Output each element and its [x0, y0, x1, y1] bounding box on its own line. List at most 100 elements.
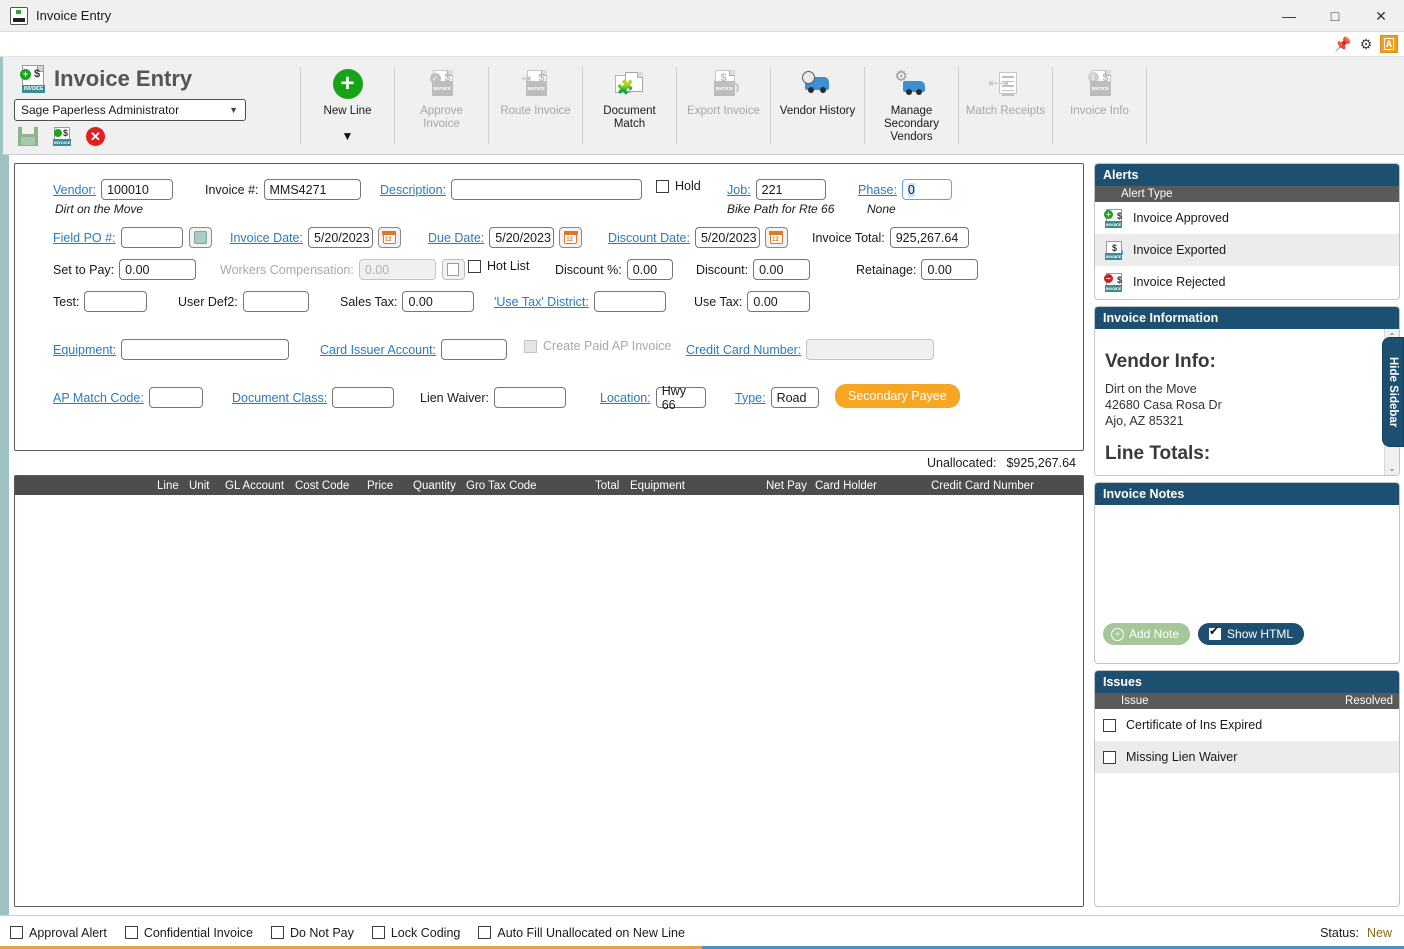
grid-col-tax-code[interactable]: Tax Code — [488, 480, 595, 492]
description-label[interactable]: Description: — [380, 183, 446, 197]
document-match-button[interactable]: 🧩 Document Match — [583, 57, 676, 154]
new-line-button[interactable]: + New Line ▼ — [301, 57, 394, 154]
invoice-date-input[interactable]: 5/20/2023 — [307, 227, 373, 248]
save-invoice-icon[interactable]: $ INVOICE — [52, 127, 72, 146]
save-icon[interactable] — [18, 127, 38, 146]
field-po-label[interactable]: Field PO #: — [53, 231, 116, 245]
pin-icon[interactable]: 📌 — [1334, 35, 1352, 53]
description-input[interactable] — [451, 179, 642, 200]
document-class-label[interactable]: Document Class: — [232, 391, 327, 405]
grid-col-credit-card-number[interactable]: Credit Card Number — [931, 480, 1051, 492]
issue-resolved-checkbox[interactable] — [1103, 718, 1116, 732]
hold-checkbox[interactable] — [656, 179, 669, 193]
export-invoice-button[interactable]: $ INVOICE Export Invoice — [677, 57, 770, 154]
due-date-calendar-button[interactable]: 12 — [559, 227, 583, 248]
vendor-history-button[interactable]: Vendor History — [771, 57, 864, 154]
vendor-input[interactable]: 100010 — [101, 179, 174, 200]
field-po-input[interactable] — [120, 227, 183, 248]
discount-percent-input[interactable]: 0.00 — [626, 259, 673, 280]
type-input[interactable]: Road — [770, 387, 819, 408]
show-html-checkbox[interactable] — [1209, 624, 1222, 640]
auto-fill-unallocated-checkbox[interactable] — [478, 926, 492, 939]
grid-col-price[interactable]: Price — [367, 480, 413, 492]
alert-row[interactable]: $ – INVOICE Invoice Rejected — [1095, 266, 1399, 298]
job-label[interactable]: Job: — [727, 183, 751, 197]
grid-col-gross[interactable]: Gro — [466, 480, 488, 492]
discount-date-label[interactable]: Discount Date: — [608, 231, 690, 245]
grid-col-net-pay[interactable]: Net Pay — [766, 480, 815, 492]
equipment-label[interactable]: Equipment: — [53, 343, 116, 357]
workers-compensation-calculator-button[interactable] — [441, 259, 465, 280]
phase-input[interactable]: 0 — [901, 179, 952, 200]
due-date-label[interactable]: Due Date: — [428, 231, 484, 245]
card-issuer-account-input[interactable] — [441, 339, 508, 360]
scroll-down-icon[interactable]: ⌄ — [1385, 461, 1399, 475]
due-date-input[interactable]: 5/20/2023 — [489, 227, 555, 248]
field-po-lookup-button[interactable] — [188, 227, 212, 248]
lock-coding-checkbox[interactable] — [371, 926, 385, 939]
job-input[interactable]: 221 — [755, 179, 826, 200]
route-invoice-button[interactable]: $ ⇥ INVOICE Route Invoice — [489, 57, 582, 154]
do-not-pay-checkbox[interactable] — [270, 926, 284, 939]
issue-row[interactable]: Certificate of Ins Expired — [1095, 709, 1399, 741]
grid-col-total[interactable]: Total — [595, 480, 630, 492]
retainage-input[interactable]: 0.00 — [921, 259, 979, 280]
invoice-notes-textarea[interactable] — [1095, 505, 1399, 623]
workers-compensation-input[interactable]: 0.00 — [358, 259, 436, 280]
do-not-pay-checkbox-group[interactable]: Do Not Pay — [270, 926, 354, 940]
invoice-number-input[interactable]: MMS4271 — [263, 179, 361, 200]
confidential-invoice-checkbox-group[interactable]: Confidential Invoice — [124, 926, 253, 940]
discount-input[interactable]: 0.00 — [753, 259, 811, 280]
grid-body[interactable] — [15, 495, 1083, 906]
secondary-payee-button[interactable]: Secondary Payee — [835, 384, 960, 408]
invoice-info-button[interactable]: $ i INVOICE Invoice Info — [1053, 57, 1146, 154]
create-paid-ap-invoice-checkbox[interactable] — [524, 339, 537, 353]
credit-card-number-input[interactable] — [806, 339, 935, 360]
location-label[interactable]: Location: — [600, 391, 651, 405]
lien-waiver-input[interactable] — [494, 387, 567, 408]
maximize-button[interactable]: □ — [1312, 0, 1358, 32]
location-input[interactable]: Hwy 66 — [655, 384, 706, 412]
invoice-date-label[interactable]: Invoice Date: — [230, 231, 303, 245]
sales-tax-input[interactable]: 0.00 — [402, 291, 475, 312]
invoice-total-input[interactable]: 925,267.64 — [889, 227, 969, 248]
grid-col-equipment[interactable]: Equipment — [630, 480, 766, 492]
alert-row[interactable]: $ INVOICE Invoice Exported — [1095, 234, 1399, 266]
close-button[interactable]: ✕ — [1358, 0, 1404, 32]
gear-icon[interactable]: ⚙ — [1357, 35, 1375, 53]
grid-col-cost-code[interactable]: Cost Code — [295, 480, 367, 492]
card-issuer-account-label[interactable]: Card Issuer Account: — [320, 343, 436, 357]
set-to-pay-input[interactable]: 0.00 — [119, 259, 197, 280]
invoice-date-calendar-button[interactable]: 12 — [377, 227, 401, 248]
approval-alert-checkbox-group[interactable]: Approval Alert — [10, 926, 107, 940]
issue-row[interactable]: Missing Lien Waiver — [1095, 741, 1399, 773]
manage-secondary-vendors-button[interactable]: ⚙ Manage Secondary Vendors — [865, 57, 958, 154]
phase-label[interactable]: Phase: — [858, 183, 897, 197]
credit-card-number-label[interactable]: Credit Card Number: — [686, 343, 801, 357]
equipment-input[interactable] — [121, 339, 290, 360]
test-input[interactable] — [84, 291, 148, 312]
grid-col-card-holder[interactable]: Card Holder — [815, 480, 931, 492]
delete-icon[interactable]: ✕ — [86, 127, 105, 146]
minimize-button[interactable]: — — [1266, 0, 1312, 32]
ap-match-code-label[interactable]: AP Match Code: — [53, 391, 144, 405]
issue-resolved-checkbox[interactable] — [1103, 750, 1116, 764]
add-note-button[interactable]: + Add Note — [1103, 623, 1191, 645]
approval-alert-checkbox[interactable] — [10, 926, 23, 939]
use-tax-district-label[interactable]: 'Use Tax' District: — [494, 295, 589, 309]
use-tax-district-input[interactable] — [593, 291, 666, 312]
confidential-invoice-checkbox[interactable] — [124, 926, 138, 939]
grid-col-quantity[interactable]: Quantity — [413, 480, 466, 492]
auto-fill-unallocated-checkbox-group[interactable]: Auto Fill Unallocated on New Line — [478, 926, 685, 940]
grid-col-gl-account[interactable]: GL Account — [225, 480, 295, 492]
vendor-label[interactable]: Vendor: — [53, 183, 96, 197]
user-select[interactable]: Sage Paperless Administrator ▼ — [14, 99, 246, 121]
grid-col-unit[interactable]: Unit — [189, 480, 225, 492]
ap-match-code-input[interactable] — [148, 387, 203, 408]
type-label[interactable]: Type: — [735, 391, 766, 405]
lock-coding-checkbox-group[interactable]: Lock Coding — [371, 926, 460, 940]
discount-date-calendar-button[interactable]: 12 — [764, 227, 788, 248]
show-html-toggle[interactable]: Show HTML — [1198, 623, 1305, 645]
match-receipts-button[interactable]: ⇤⇥ Match Receipts — [959, 57, 1052, 154]
document-class-input[interactable] — [332, 387, 395, 408]
